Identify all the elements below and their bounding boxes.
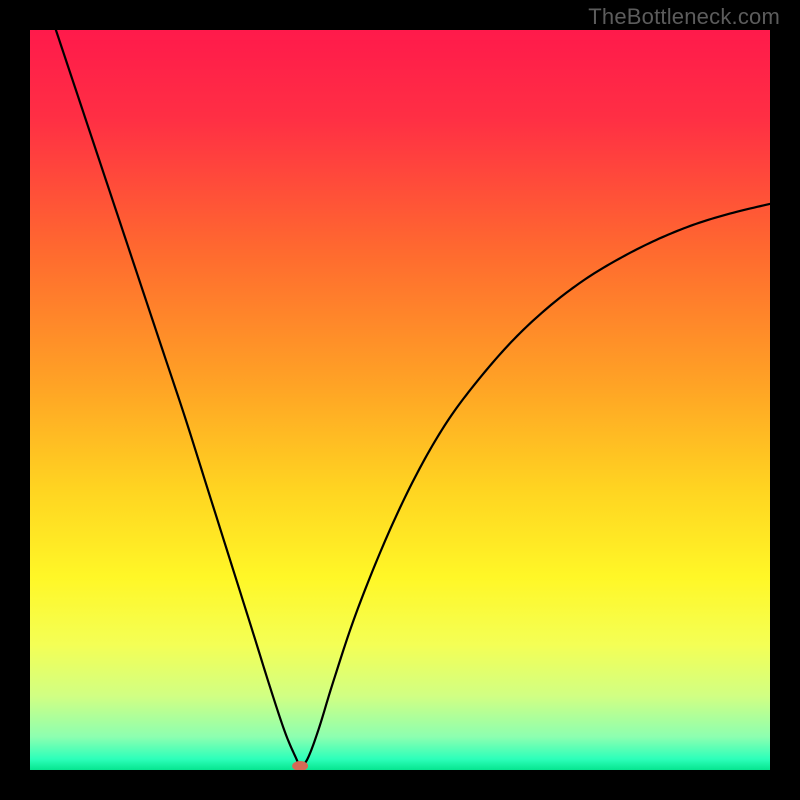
chart-svg [30, 30, 770, 770]
gradient-background [30, 30, 770, 770]
plot-area [30, 30, 770, 770]
chart-frame: TheBottleneck.com [0, 0, 800, 800]
watermark-text: TheBottleneck.com [588, 4, 780, 30]
